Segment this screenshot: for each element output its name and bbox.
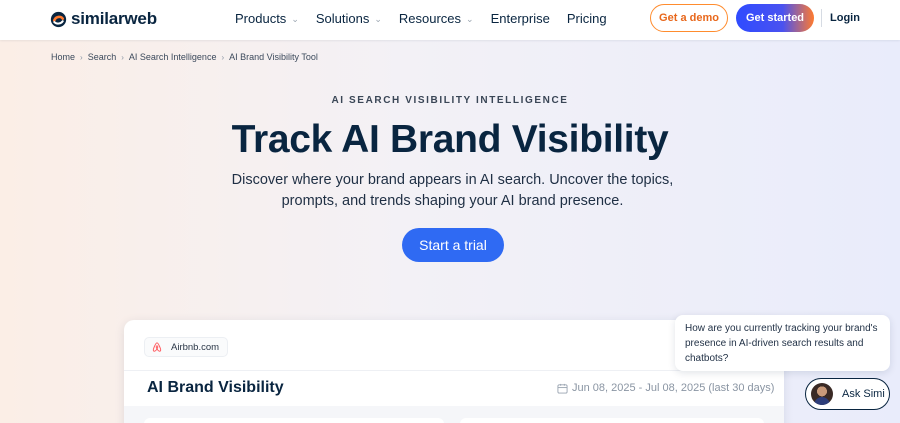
preview-widget [144, 418, 444, 423]
ask-simi-button[interactable]: Ask Simi [805, 378, 890, 410]
nav-products[interactable]: Products ⌄ [235, 11, 299, 26]
login-link[interactable]: Login [830, 12, 860, 24]
hero-eyebrow: AI SEARCH VISIBILITY INTELLIGENCE [331, 95, 569, 106]
breadcrumb: Home › Search › AI Search Intelligence ›… [51, 52, 318, 62]
nav-enterprise[interactable]: Enterprise [491, 11, 550, 26]
breadcrumb-search[interactable]: Search [88, 52, 117, 62]
ask-simi-label: Ask Simi [842, 388, 885, 400]
breadcrumb-current-page: AI Brand Visibility Tool [229, 52, 318, 62]
site-selector[interactable]: Airbnb.com [144, 337, 229, 357]
start-trial-button[interactable]: Start a trial [402, 228, 504, 262]
chat-prompt-bubble[interactable]: How are you currently tracking your bran… [675, 315, 890, 371]
site-name: Airbnb.com [171, 341, 220, 353]
nav-label: Resources [398, 11, 462, 26]
date-range-text: Jun 08, 2025 - Jul 08, 2025 (last 30 day… [572, 382, 775, 394]
chevron-down-icon: ⌄ [374, 14, 382, 24]
breadcrumb-ai-search-intelligence[interactable]: AI Search Intelligence [129, 52, 217, 62]
main-nav: Products ⌄ Solutions ⌄ Resources ⌄ Enter… [235, 11, 624, 26]
preview-widget [460, 418, 764, 423]
page-title: Track AI Brand Visibility [231, 118, 669, 161]
get-a-demo-button[interactable]: Get a demo [650, 4, 728, 32]
airbnb-icon [152, 342, 162, 352]
chevron-down-icon: ⌄ [291, 14, 299, 24]
breadcrumb-home[interactable]: Home [51, 52, 75, 62]
avatar [811, 383, 833, 405]
chevron-right-icon: › [221, 52, 225, 62]
hero-subtitle: Discover where your brand appears in AI … [231, 172, 674, 209]
calendar-icon [557, 383, 568, 394]
nav-label: Products [235, 11, 287, 26]
nav-pricing[interactable]: Pricing [567, 11, 607, 26]
brand-name: similarweb [71, 9, 157, 28]
similarweb-logo-icon [50, 11, 67, 27]
nav-label: Enterprise [490, 11, 550, 26]
header-divider [821, 9, 822, 27]
similarweb-logo[interactable]: similarweb [50, 9, 157, 29]
get-started-button[interactable]: Get started [736, 4, 814, 32]
chevron-right-icon: › [121, 52, 124, 62]
top-nav-bar: similarweb Products ⌄ Solutions ⌄ Resour… [0, 0, 900, 40]
preview-title: AI Brand Visibility [147, 379, 284, 396]
chevron-down-icon: ⌄ [466, 14, 474, 24]
chevron-right-icon: › [80, 52, 83, 62]
nav-label: Pricing [566, 11, 607, 26]
nav-resources[interactable]: Resources ⌄ [399, 11, 474, 26]
date-range-picker[interactable]: Jun 08, 2025 - Jul 08, 2025 (last 30 day… [557, 382, 774, 394]
nav-solutions[interactable]: Solutions ⌄ [316, 11, 382, 26]
nav-label: Solutions [315, 11, 370, 26]
